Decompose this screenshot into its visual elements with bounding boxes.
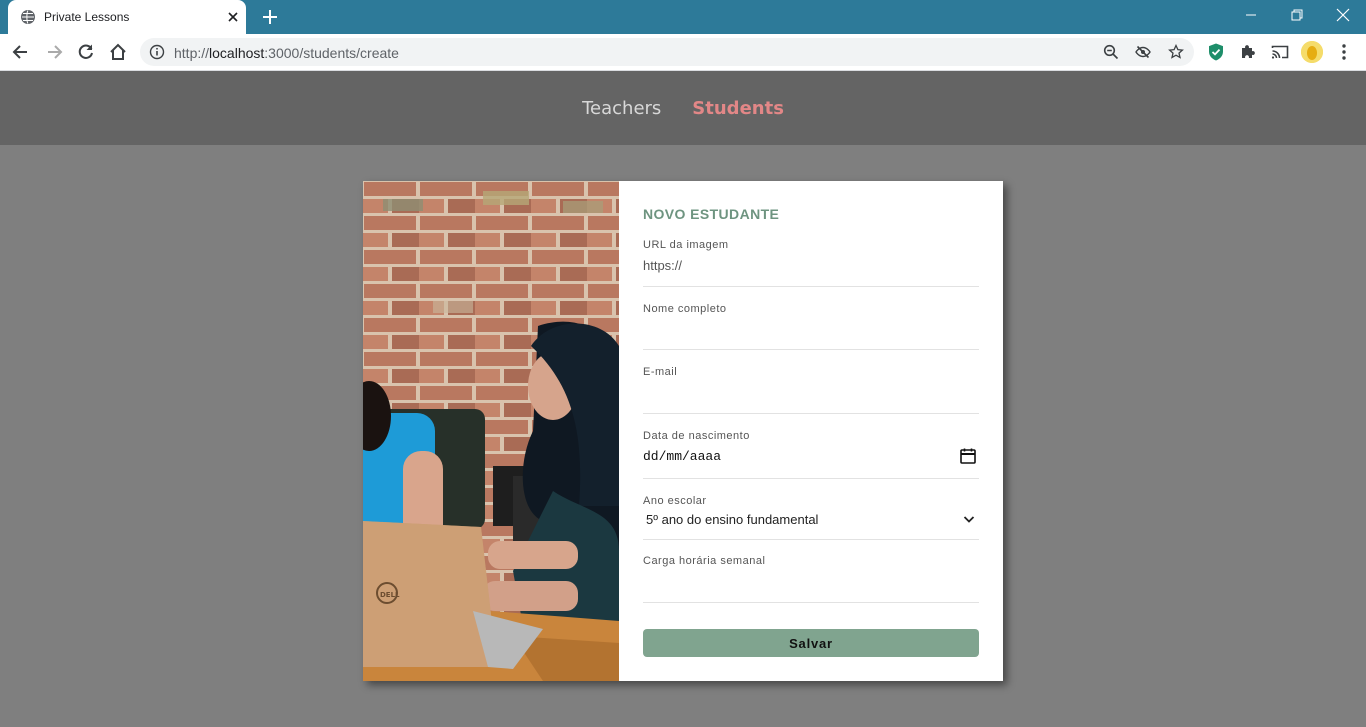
page-header: Teachers Students bbox=[0, 71, 1366, 145]
new-tab-icon[interactable] bbox=[260, 7, 280, 27]
eye-off-icon[interactable] bbox=[1135, 44, 1151, 60]
browser-menu-icon[interactable] bbox=[1334, 42, 1354, 62]
grade-label: Ano escolar bbox=[643, 495, 707, 507]
url-host: localhost bbox=[209, 45, 265, 61]
students-photo-illustration: DELL bbox=[363, 181, 619, 681]
email-input[interactable] bbox=[643, 383, 979, 403]
avatar-url-input[interactable] bbox=[643, 255, 979, 275]
url-path: :3000/students/create bbox=[264, 45, 399, 61]
avatar-url-field: URL da imagem bbox=[643, 239, 979, 287]
email-label: E-mail bbox=[643, 366, 678, 378]
nav-link-teachers[interactable]: Teachers bbox=[582, 98, 661, 119]
url-prefix: http:// bbox=[174, 45, 210, 61]
name-label: Nome completo bbox=[643, 303, 727, 315]
avatar-url-label: URL da imagem bbox=[643, 239, 729, 251]
name-field: Nome completo bbox=[643, 303, 979, 350]
save-button[interactable]: Salvar bbox=[643, 629, 979, 657]
home-icon[interactable] bbox=[108, 42, 128, 62]
student-form: NOVO ESTUDANTE URL da imagem Nome comple… bbox=[619, 181, 1003, 681]
bookmark-star-icon[interactable] bbox=[1168, 44, 1184, 60]
browser-tab[interactable]: Private Lessons bbox=[8, 0, 246, 34]
grade-select[interactable]: 5º ano do ensino fundamental bbox=[646, 512, 818, 527]
address-bar[interactable]: http://localhost:3000/students/create bbox=[140, 38, 1194, 66]
browser-toolbar: http://localhost:3000/students/create bbox=[0, 34, 1366, 71]
birth-date-input[interactable]: dd/mm/aaaa bbox=[643, 449, 721, 464]
nav-link-students[interactable]: Students bbox=[692, 98, 784, 119]
site-info-icon[interactable] bbox=[149, 44, 165, 60]
students-photo: DELL bbox=[363, 181, 619, 681]
grade-field[interactable]: Ano escolar 5º ano do ensino fundamental bbox=[643, 495, 979, 540]
shield-extension-icon[interactable] bbox=[1206, 42, 1226, 62]
forward-icon[interactable] bbox=[44, 42, 64, 62]
workload-input[interactable] bbox=[643, 573, 979, 593]
student-form-card: DELL NOVO ESTUDANTE URL da imagem Nome c… bbox=[363, 181, 1003, 681]
profile-avatar-icon bbox=[1301, 41, 1323, 63]
calendar-icon[interactable] bbox=[959, 447, 977, 465]
close-window-button[interactable] bbox=[1320, 0, 1366, 30]
restore-button[interactable] bbox=[1274, 0, 1320, 30]
chevron-down-icon[interactable] bbox=[962, 512, 976, 526]
globe-icon bbox=[21, 10, 35, 24]
name-input[interactable] bbox=[643, 320, 979, 340]
tab-title: Private Lessons bbox=[44, 10, 130, 24]
email-field: E-mail bbox=[643, 366, 979, 414]
extensions-puzzle-icon[interactable] bbox=[1238, 42, 1258, 62]
workload-field: Carga horária semanal bbox=[643, 555, 979, 603]
minimize-icon bbox=[1246, 14, 1256, 16]
url-text: http://localhost:3000/students/create bbox=[174, 45, 399, 61]
zoom-icon[interactable] bbox=[1103, 44, 1119, 60]
reload-icon[interactable] bbox=[76, 42, 96, 62]
svg-text:DELL: DELL bbox=[380, 591, 400, 599]
close-window-icon bbox=[1336, 8, 1350, 22]
profile-avatar[interactable] bbox=[1301, 41, 1323, 63]
cast-icon[interactable] bbox=[1270, 42, 1290, 62]
workload-label: Carga horária semanal bbox=[643, 555, 766, 567]
restore-icon bbox=[1291, 9, 1303, 21]
close-tab-icon[interactable] bbox=[225, 9, 241, 25]
form-title: NOVO ESTUDANTE bbox=[643, 206, 780, 222]
birth-date-field[interactable]: Data de nascimento dd/mm/aaaa bbox=[643, 430, 979, 479]
back-icon[interactable] bbox=[11, 42, 31, 62]
browser-tab-bar: Private Lessons bbox=[0, 0, 1366, 34]
birth-date-label: Data de nascimento bbox=[643, 430, 750, 442]
minimize-button[interactable] bbox=[1228, 0, 1274, 30]
